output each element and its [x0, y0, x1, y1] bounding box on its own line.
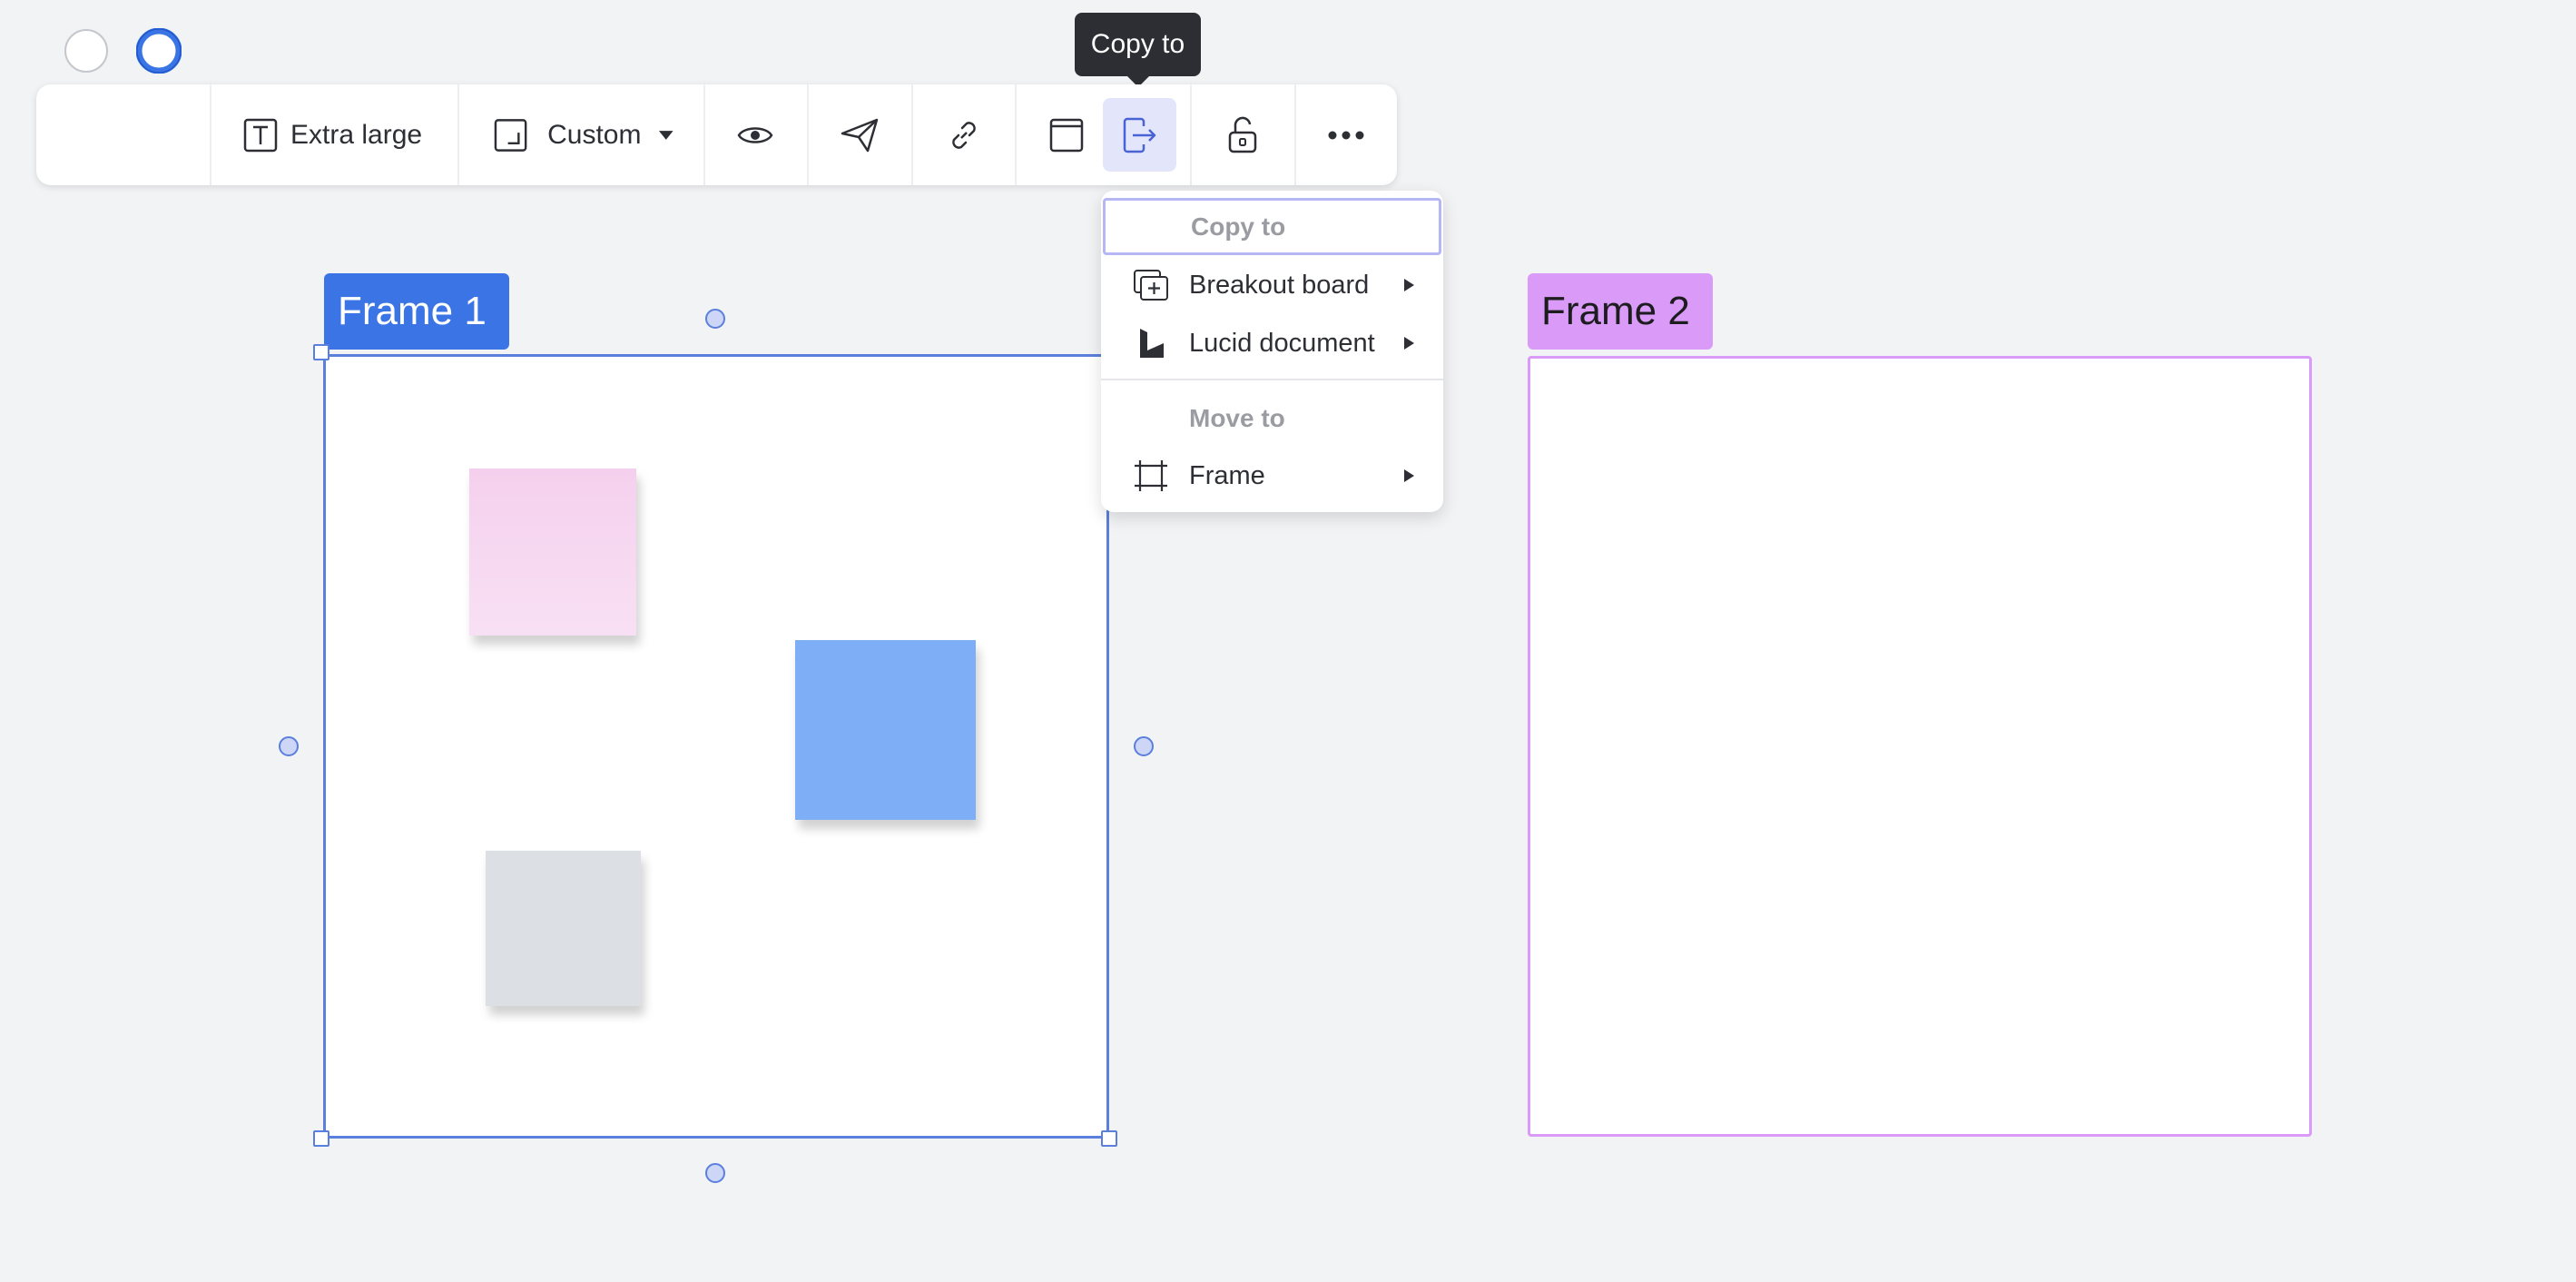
menu-item-frame[interactable]: Frame [1101, 447, 1443, 505]
menu-item-label: Lucid document [1189, 328, 1375, 358]
unlock-icon [1228, 116, 1257, 153]
menu-item-breakout-board[interactable]: Breakout board [1101, 256, 1443, 314]
sticky-note-blue[interactable] [795, 640, 976, 820]
copy-to-icon [1123, 117, 1155, 153]
frame-icon [1135, 460, 1167, 491]
copy-to-tooltip: Copy to [1075, 13, 1201, 87]
frame-1-label[interactable]: Frame 1 [324, 273, 509, 350]
sticky-note-pink[interactable] [469, 468, 636, 636]
text-icon [243, 118, 278, 152]
move-to-header: Move to [1189, 403, 1285, 432]
submenu-arrow-icon [1404, 337, 1414, 350]
frame-2-title: Frame 2 [1541, 289, 1690, 333]
frame-2[interactable] [1528, 356, 2312, 1137]
more-icon [1328, 131, 1364, 139]
resize-icon [494, 118, 527, 152]
eye-icon [737, 126, 773, 143]
connection-point-bottom[interactable] [705, 1163, 725, 1183]
more-options-button[interactable] [1296, 84, 1396, 185]
window-icon [1049, 118, 1084, 152]
frame-2-label[interactable]: Frame 2 [1528, 273, 1713, 350]
resize-handle-top-left[interactable] [313, 344, 329, 360]
connection-point-left[interactable] [279, 736, 299, 756]
link-button[interactable] [913, 84, 1015, 185]
border-color-icon [136, 27, 182, 74]
visibility-button[interactable] [705, 84, 805, 185]
copy-to-header: Copy to [1103, 198, 1441, 255]
connection-point-right[interactable] [1134, 736, 1154, 756]
send-icon [841, 118, 879, 152]
size-label: Custom [547, 119, 642, 150]
frame-1-title: Frame 1 [338, 289, 487, 333]
toolbar-divider [457, 84, 459, 185]
chevron-down-icon [659, 130, 674, 140]
size-dropdown[interactable]: Custom [494, 84, 675, 185]
lucid-logo-icon [1140, 329, 1164, 358]
frame-1[interactable] [323, 354, 1109, 1139]
font-size-label: Extra large [290, 119, 423, 150]
submenu-arrow-icon [1404, 469, 1414, 482]
menu-item-label: Breakout board [1189, 270, 1370, 300]
link-icon [952, 121, 976, 149]
submenu-arrow-icon [1404, 279, 1414, 291]
menu-divider [1101, 379, 1443, 380]
menu-item-label: Frame [1189, 460, 1265, 490]
copy-to-button[interactable] [1103, 84, 1176, 185]
toolbar-divider [210, 84, 211, 185]
menu-item-lucid-document[interactable]: Lucid document [1101, 314, 1443, 372]
fill-color-button[interactable] [64, 0, 109, 101]
send-button[interactable] [809, 84, 910, 185]
border-color-button[interactable] [136, 0, 182, 101]
lock-button[interactable] [1192, 84, 1293, 185]
connection-point-top[interactable] [705, 309, 725, 329]
tooltip-text: Copy to [1090, 29, 1185, 59]
font-size-button[interactable]: Extra large [243, 84, 425, 185]
sticky-note-gray[interactable] [486, 851, 641, 1006]
copy-to-menu: Copy to Breakout board Lucid document Mo… [1101, 191, 1443, 512]
resize-handle-bottom-left[interactable] [313, 1130, 329, 1147]
resize-handle-bottom-right[interactable] [1101, 1130, 1117, 1147]
presentation-button[interactable] [1017, 84, 1116, 185]
breakout-board-icon [1134, 270, 1168, 301]
fill-color-icon [64, 28, 108, 73]
